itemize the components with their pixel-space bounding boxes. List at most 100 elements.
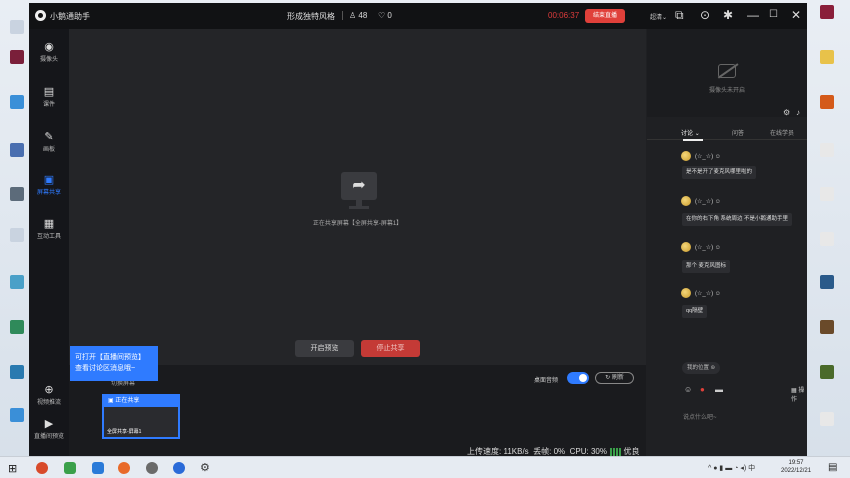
tray-icons: ^ ● ▮ ▬ ◔ ◂) [708, 465, 747, 472]
sidebar-item-interactive-tools[interactable]: ▦ 互动工具 [29, 218, 69, 240]
quality-dropdown[interactable]: 超清⌄ [650, 12, 667, 21]
taskbar-clock[interactable]: 19:57 2022/12/21 [781, 459, 811, 475]
pin-icon[interactable]: ✱ [723, 9, 733, 21]
start-button[interactable]: ⊞ [8, 462, 20, 475]
palette-icon: ✎ [44, 131, 54, 143]
thumbnail-header: ▣ 正在共享 [104, 396, 178, 407]
sidebar: ◉ 摄像头 ▤ 课件 ✎ 画板 ▣ 屏幕共享 ▦ 互动工具 ⊕ 视频推流 ▶ 直播间预览 [29, 29, 69, 458]
app-logo-icon [35, 10, 46, 21]
sidebar-item-camera[interactable]: ◉ 摄像头 [29, 41, 69, 63]
settings-icon[interactable]: ⚙ [200, 462, 212, 474]
desktop-icon[interactable] [2, 320, 32, 335]
desktop-icon[interactable] [812, 50, 842, 65]
share-screen-icon: ➦ [341, 172, 377, 200]
sidebar-item-label: 画板 [42, 147, 55, 153]
upload-speed-value: 11KB/s [503, 447, 529, 456]
sharing-status-text: 正在共享屏幕【全屏共享-屏幕1】 [312, 221, 403, 227]
thumbnail-caption: 全屏共享-屏幕1 [107, 429, 142, 435]
taskbar-app-icon[interactable] [173, 462, 185, 474]
sidebar-item-label: 摄像头 [39, 57, 58, 63]
chat-input[interactable]: 说点什么吧~ [683, 412, 717, 421]
close-icon[interactable]: ✕ [791, 9, 801, 21]
chat-tabs: 讨论 ⌄ 问答 在线学员 [647, 125, 807, 141]
share-link-icon[interactable]: ⧉ [675, 9, 684, 21]
desktop-icon[interactable] [2, 228, 32, 243]
message-bubble: 在你的右下角 系统周边 不是小鹅通助手里 [682, 213, 793, 226]
desktop-icon[interactable] [812, 95, 842, 110]
taskbar-app-icon[interactable] [146, 462, 158, 474]
sidebar-item-screen-share[interactable]: ▣ 屏幕共享 [29, 174, 69, 196]
like-count: ♡ 0 [378, 11, 392, 20]
message-user: (☆_☆) ☺ [695, 244, 721, 251]
system-tray[interactable]: ^ ● ▮ ▬ ◔ ◂) 中 [708, 463, 755, 473]
app-title: 小鹅通助手 [50, 12, 90, 21]
stage: ➦ 正在共享屏幕【全屏共享-屏幕1】 开启预览 停止共享 [69, 29, 646, 365]
input-language: 中 [748, 465, 756, 472]
tab-online-students[interactable]: 在线学员 [770, 128, 794, 137]
desktop-icon[interactable] [812, 232, 842, 247]
camera-preview: 摄像头未开启 [647, 29, 807, 117]
taskbar-app-icon[interactable] [118, 462, 130, 474]
tab-qa[interactable]: 问答 [732, 128, 744, 137]
desktop-icon[interactable] [812, 143, 842, 158]
desktop-icon[interactable] [812, 412, 842, 427]
my-position-button[interactable]: 我的位置 ⊚ [682, 362, 721, 374]
taskbar-app-icon[interactable] [36, 462, 48, 474]
desktop-icon[interactable] [812, 320, 842, 335]
desktop-icon[interactable] [812, 187, 842, 202]
mic-icon[interactable]: ♪ [796, 108, 800, 117]
desktop-icon[interactable] [2, 20, 32, 35]
settings-icon[interactable]: ⊙ [700, 9, 710, 21]
desktop-icon[interactable] [812, 5, 842, 20]
taskbar-app-icon[interactable] [92, 462, 104, 474]
course-title: 形成独特风格 [287, 12, 335, 21]
screen-thumbnail[interactable]: ▣ 正在共享 全屏共享-屏幕1 [102, 394, 180, 439]
desktop-icon[interactable] [2, 143, 32, 158]
camera-settings-icon[interactable]: ⚙ [783, 108, 790, 117]
emoji-icon: ☺ [714, 291, 721, 297]
sidebar-item-stream[interactable]: ⊕ 视频推流 [29, 384, 69, 406]
clock-time: 19:57 [788, 460, 804, 466]
notification-icon[interactable]: ▤ [828, 462, 840, 474]
desktop-icon[interactable] [812, 275, 842, 290]
sidebar-item-palette[interactable]: ✎ 画板 [29, 131, 69, 153]
end-live-button[interactable]: 结束直播 [585, 9, 625, 23]
sidebar-item-label: 直播间预览 [33, 434, 64, 440]
operations-button[interactable]: ▦ 操作 [791, 385, 807, 403]
message-username: (☆_☆) [695, 199, 714, 205]
title-bar[interactable]: 小鹅通助手 形成独特风格 ♙ 48 ♡ 0 00:06:37 结束直播 超清⌄ … [29, 3, 807, 29]
message-bubble: 是不是开了麦克风哪里啦的 [682, 166, 757, 179]
stop-share-button[interactable]: 停止共享 [361, 340, 420, 357]
desktop-icon[interactable] [2, 95, 32, 110]
viewer-count: ♙ 48 [349, 11, 367, 20]
sidebar-item-courseware[interactable]: ▤ 课件 [29, 86, 69, 108]
desktop-icon[interactable] [2, 187, 32, 202]
desktop-audio-toggle[interactable] [567, 372, 589, 384]
desktop-icon[interactable] [2, 365, 32, 380]
grid-icon: ▦ [791, 388, 797, 394]
emoji-icon: ☺ [714, 199, 721, 205]
maximize-icon[interactable]: ☐ [769, 9, 778, 21]
emoji-button[interactable]: ☺ [684, 385, 692, 394]
gift-icon[interactable]: ● [700, 385, 705, 394]
refresh-button[interactable]: ↻ 刷新 [595, 372, 634, 384]
desktop-icon[interactable] [812, 365, 842, 380]
taskbar-app-icon[interactable] [64, 462, 76, 474]
sidebar-item-live-preview[interactable]: ▶ 直播间预览 [29, 418, 69, 440]
network-quality: 优良 [623, 447, 640, 456]
folder-icon[interactable]: ▬ [715, 385, 723, 394]
desktop-icon[interactable] [2, 50, 32, 65]
title-divider [342, 11, 343, 20]
enable-preview-button[interactable]: 开启预览 [295, 340, 354, 357]
desktop-icon[interactable] [2, 275, 32, 290]
like-icon: ♡ [378, 11, 386, 20]
tab-discussion[interactable]: 讨论 ⌄ [681, 128, 700, 137]
camera-off-icon [718, 64, 736, 78]
message-bubble: 那个 麦克风图标 [682, 260, 731, 273]
preview-tip-tooltip: 可打开【直播间预览】 查看讨论区消息哦~ [70, 346, 158, 381]
message-user: (☆_☆) ☺ [695, 290, 721, 297]
minimize-icon[interactable]: — [747, 9, 759, 21]
sidebar-item-label: 视频推流 [36, 400, 61, 406]
desktop-icon[interactable] [2, 408, 32, 423]
active-tab-indicator [683, 139, 703, 141]
